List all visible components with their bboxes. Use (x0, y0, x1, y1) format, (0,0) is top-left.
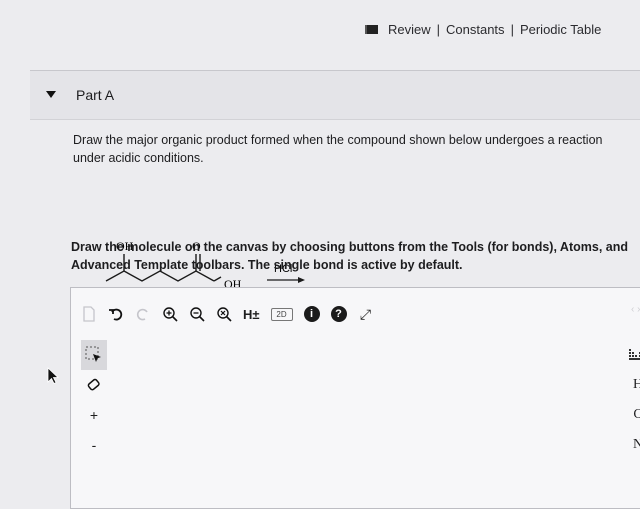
atom-h-button[interactable]: H (626, 370, 640, 400)
question-text: Draw the major organic product formed wh… (73, 133, 603, 165)
undo-icon[interactable] (108, 303, 124, 325)
separator: | (510, 22, 514, 37)
periodic-grid-icon[interactable] (626, 340, 640, 370)
drawing-canvas[interactable]: H± 2D i ? ⤢ ‹ › + - H C N (70, 287, 640, 509)
zoom-in-icon[interactable] (162, 303, 178, 325)
part-a-panel: Part A Draw the major organic product fo… (30, 70, 640, 509)
help-icon[interactable]: ? (330, 306, 347, 322)
atoms-toolbar: H C N (626, 340, 640, 460)
constants-link[interactable]: Constants (446, 22, 505, 37)
mouse-pointer-icon (47, 367, 59, 385)
zoom-reset-icon[interactable] (216, 303, 232, 325)
top-toolbar: H± 2D i ? ⤢ (81, 302, 374, 326)
resource-links: Review | Constants | Periodic Table (365, 22, 601, 37)
toolbar-scroll-arrows-icon[interactable]: ‹ › (631, 304, 640, 315)
review-link[interactable]: Review (388, 22, 431, 37)
minus-charge-icon[interactable]: - (81, 430, 107, 460)
atom-n-button[interactable]: N (626, 430, 640, 460)
redo-icon[interactable] (135, 303, 151, 325)
book-icon (365, 25, 378, 34)
eraser-icon[interactable] (81, 370, 107, 400)
select-icon[interactable] (81, 340, 107, 370)
zoom-out-icon[interactable] (189, 303, 205, 325)
2d-clean-icon[interactable]: 2D (270, 307, 293, 321)
expand-icon[interactable]: ⤢ (358, 303, 374, 325)
left-toolbar: + - (81, 340, 107, 460)
periodic-table-link[interactable]: Periodic Table (520, 22, 601, 37)
collapse-caret-icon[interactable] (46, 91, 56, 98)
new-document-icon[interactable] (81, 303, 97, 325)
instructions-text: Draw the molecule on the canvas by choos… (71, 240, 628, 272)
hydrogen-toggle-icon[interactable]: H± (243, 303, 260, 325)
plus-charge-icon[interactable]: + (81, 400, 107, 430)
info-icon[interactable]: i (303, 306, 320, 322)
atom-c-button[interactable]: C (626, 400, 640, 430)
separator: | (436, 22, 441, 37)
part-title: Part A (76, 87, 115, 103)
part-a-header[interactable]: Part A (30, 71, 640, 120)
